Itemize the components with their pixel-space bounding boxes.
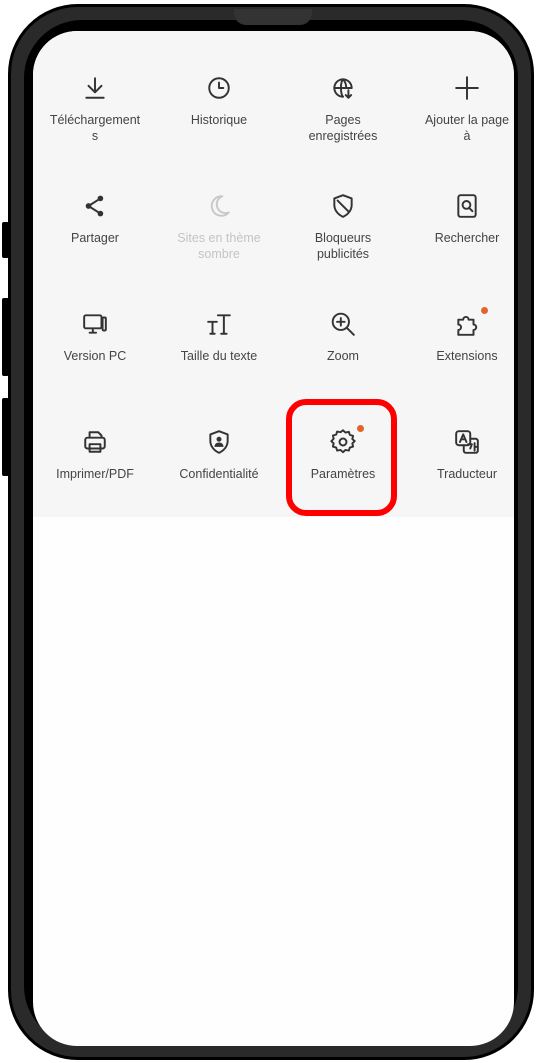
notification-dot [481, 307, 488, 314]
menu-item-label: Taille du texte [180, 349, 258, 363]
menu-item-add-page[interactable]: Ajouter la page à [407, 57, 514, 157]
menu-item-zoom[interactable]: Zoom [283, 293, 403, 393]
menu-item-label: Sites en thème sombre [177, 231, 261, 261]
menu-item-label: Traducteur [437, 467, 497, 481]
menu-item-label: Imprimer/PDF [56, 467, 134, 481]
menu-item-label: Partager [71, 231, 119, 245]
settings-highlight-box [286, 399, 397, 516]
phone-notch [234, 9, 312, 25]
menu-item-label: Confidentialité [179, 467, 259, 481]
shield-slash-icon [330, 193, 356, 219]
printer-icon [82, 429, 108, 455]
puzzle-icon [454, 307, 488, 337]
menu-item-label: Zoom [327, 349, 359, 363]
menu-item-share[interactable]: Partager [35, 175, 155, 275]
menu-item-dark-mode-sites: Sites en thème sombre [159, 175, 279, 275]
share-icon [82, 193, 108, 219]
menu-item-label: Version PC [63, 349, 127, 363]
menu-item-label: Pages enregistrées [308, 113, 378, 143]
desktop-icon [82, 311, 108, 337]
menu-item-saved-pages[interactable]: Pages enregistrées [283, 57, 403, 157]
menu-item-label: Historique [190, 113, 248, 127]
translate-icon [454, 429, 480, 455]
moon-icon [206, 193, 232, 219]
browser-tools-menu: Téléchargement s Historique Pages enregi… [33, 31, 514, 517]
menu-item-translator[interactable]: Traducteur [407, 411, 514, 511]
menu-item-text-size[interactable]: Taille du texte [159, 293, 279, 393]
phone-screen: Téléchargement s Historique Pages enregi… [33, 31, 514, 1046]
menu-item-history[interactable]: Historique [159, 57, 279, 157]
text-size-icon [206, 311, 232, 337]
privacy-shield-icon [206, 429, 232, 455]
find-in-page-icon [454, 193, 480, 219]
zoom-in-icon [330, 311, 356, 337]
clock-icon [206, 75, 232, 101]
globe-download-icon [330, 75, 356, 101]
menu-item-downloads[interactable]: Téléchargement s [35, 57, 155, 157]
menu-item-privacy[interactable]: Confidentialité [159, 411, 279, 511]
menu-item-find[interactable]: Rechercher [407, 175, 514, 275]
menu-item-extensions[interactable]: Extensions [407, 293, 514, 393]
menu-item-print-pdf[interactable]: Imprimer/PDF [35, 411, 155, 511]
menu-item-label: Bloqueurs publicités [314, 231, 372, 261]
download-icon [82, 75, 108, 101]
plus-icon [454, 75, 480, 101]
menu-item-desktop-version[interactable]: Version PC [35, 293, 155, 393]
menu-item-label: Rechercher [434, 231, 500, 245]
menu-item-label: Téléchargement s [49, 113, 141, 143]
menu-item-ad-blockers[interactable]: Bloqueurs publicités [283, 175, 403, 275]
menu-item-label: Ajouter la page à [424, 113, 510, 143]
menu-item-label: Extensions [436, 349, 498, 363]
